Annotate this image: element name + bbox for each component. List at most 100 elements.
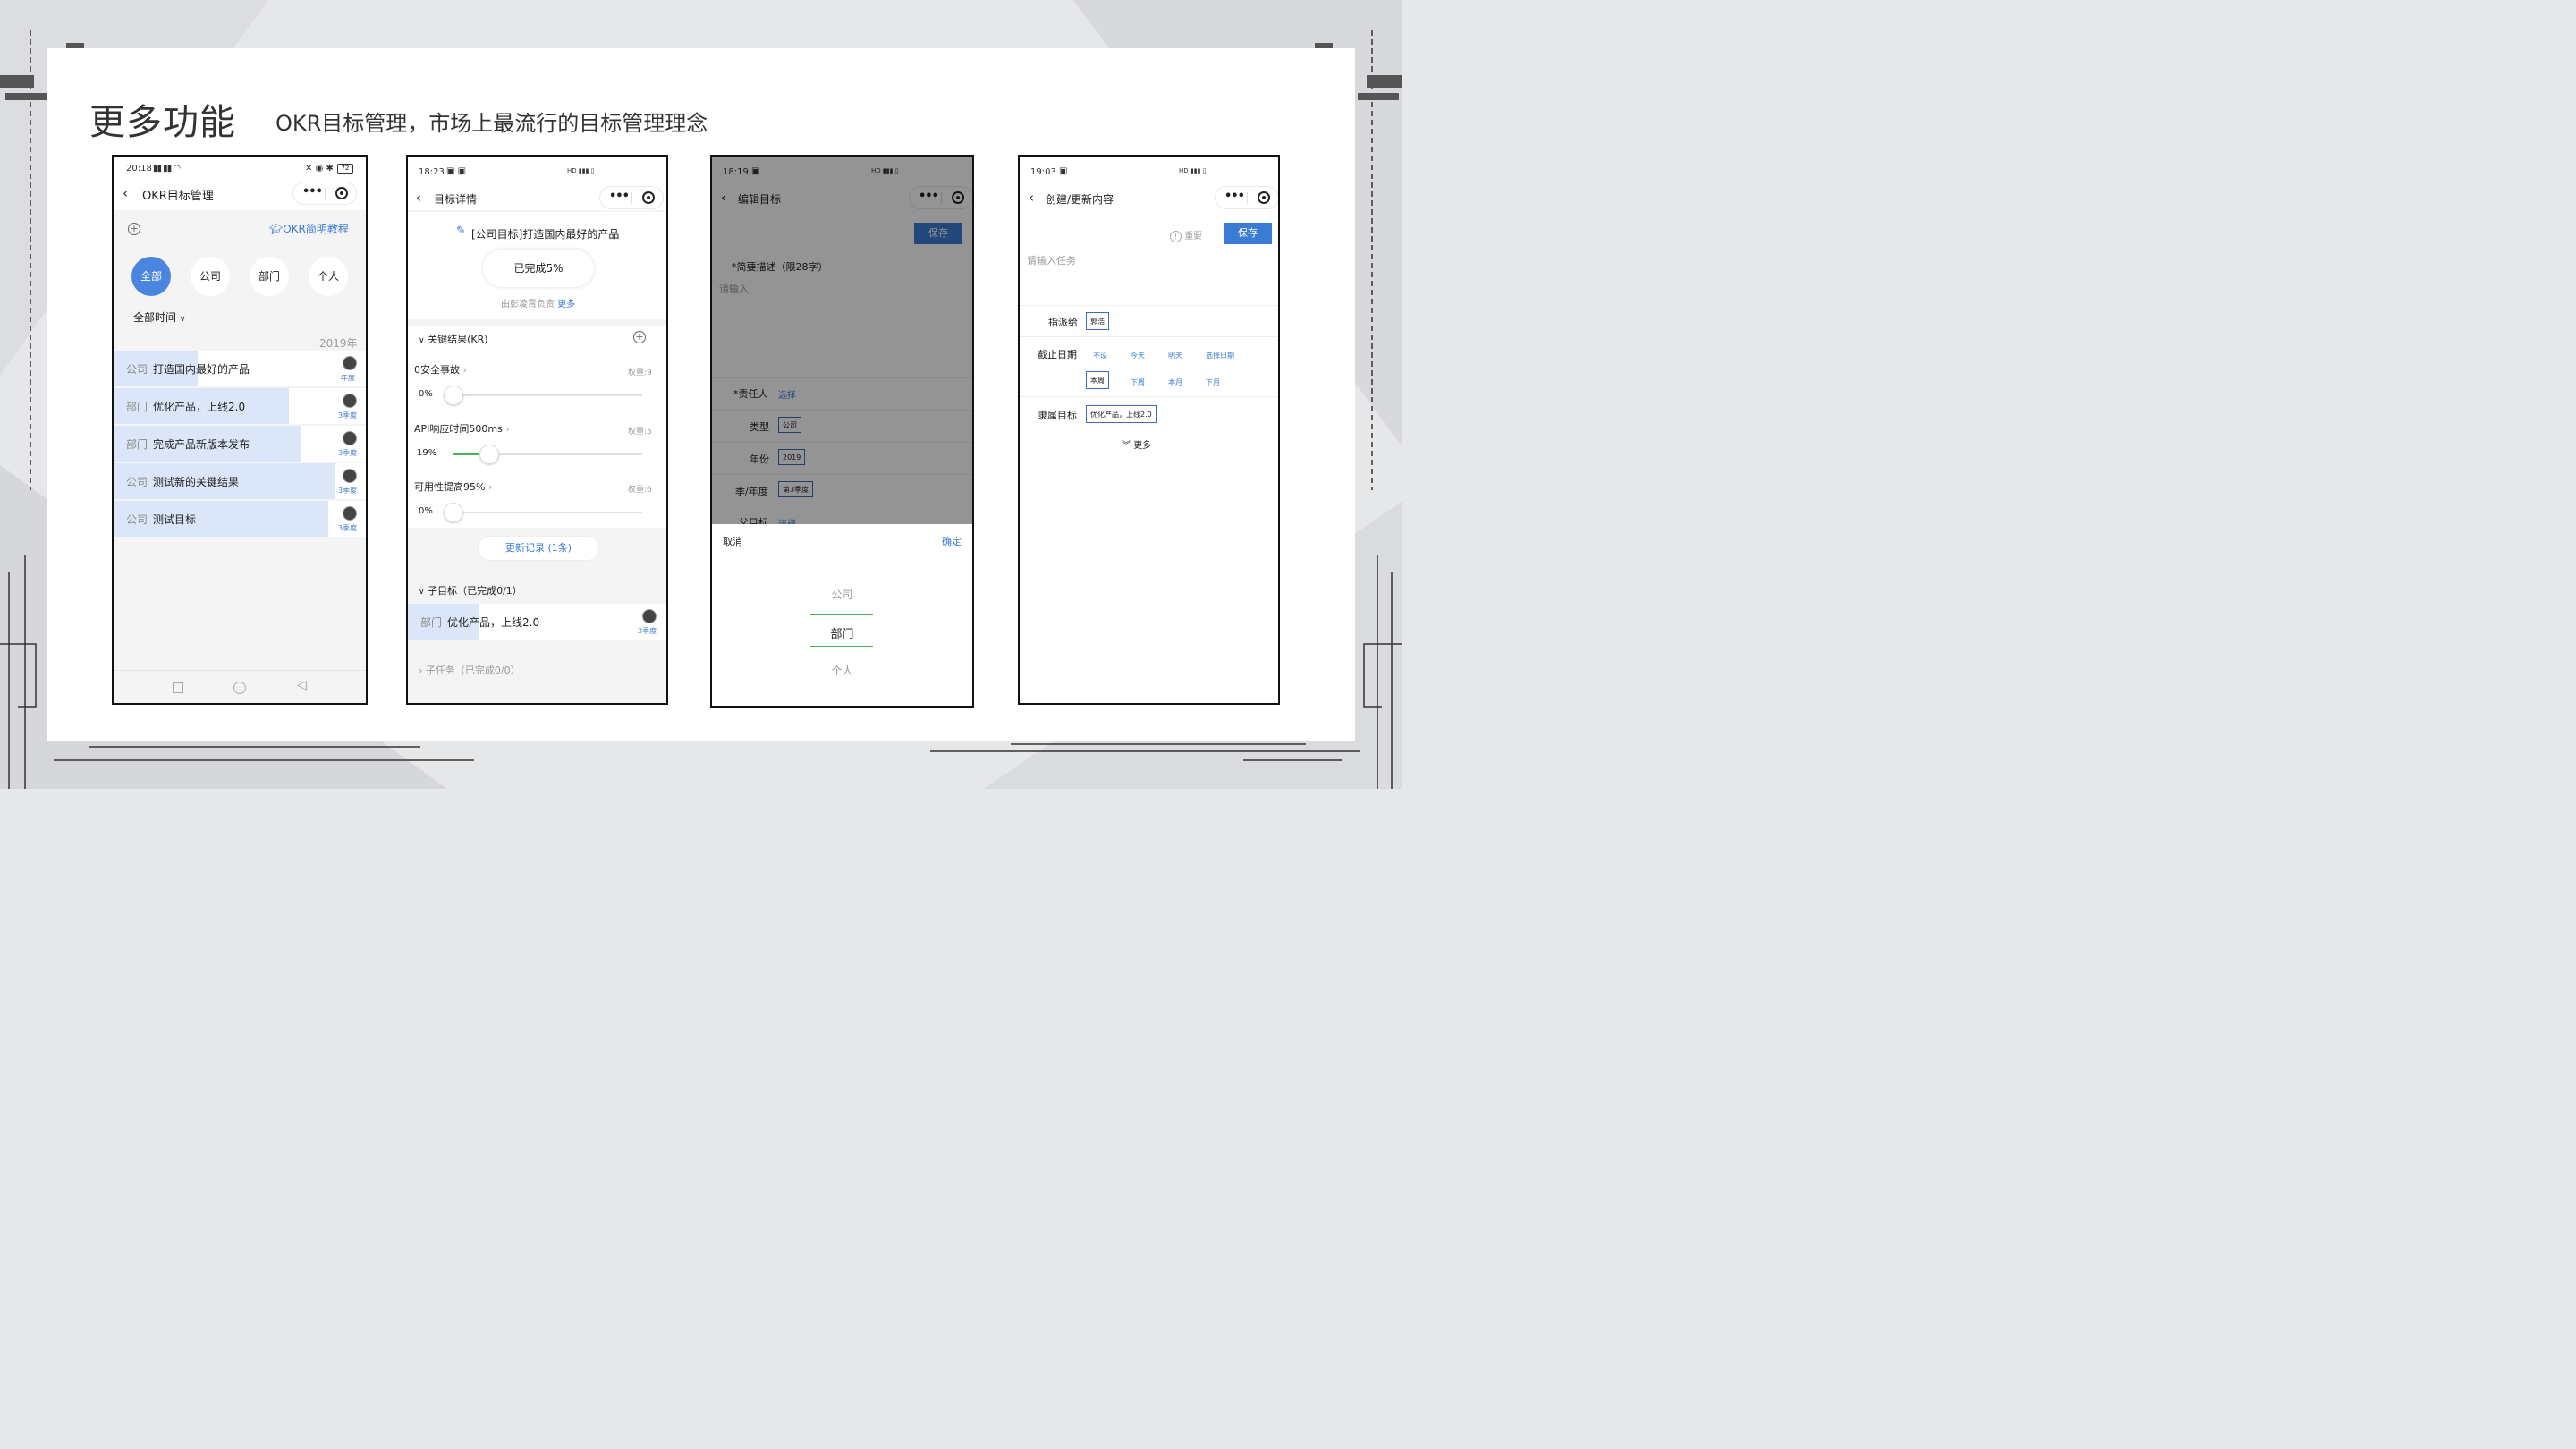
status-time: 19:03 xyxy=(1030,167,1056,177)
deadline-option[interactable]: 明天 xyxy=(1168,351,1182,360)
subgoal-item[interactable]: 部门 优化产品，上线2.0 3季度 xyxy=(408,604,666,640)
important-toggle[interactable]: ! 重要 xyxy=(1170,228,1202,242)
phone-edit-goal: 18:19 ▣ HD ▮▮▮ ▯ ‹ 编辑目标 ••• 保存 *简要描述（限28… xyxy=(710,155,974,708)
avatar xyxy=(343,356,357,370)
filter-company[interactable]: 公司 xyxy=(191,257,230,296)
edit-icon[interactable]: ✎ xyxy=(456,225,466,238)
avatar xyxy=(642,609,657,623)
kr-list xyxy=(408,352,666,528)
filter-department[interactable]: 部门 xyxy=(250,257,289,296)
kr-percent: 19% xyxy=(417,448,437,458)
chevron-right-icon: › xyxy=(419,665,423,676)
subtask-title[interactable]: › 子任务（已完成0/0） xyxy=(419,663,521,677)
back-icon[interactable]: ‹ xyxy=(416,190,421,206)
slide-subtitle: OKR目标管理，市场上最流行的目标管理理念 xyxy=(275,111,708,136)
graduation-cap-icon: 🎓︎ xyxy=(269,223,284,235)
deadline-option[interactable]: 不设 xyxy=(1093,351,1107,360)
status-icons: ▣ xyxy=(1059,166,1068,176)
picker-divider xyxy=(810,614,873,615)
tutorial-link[interactable]: 🎓︎OKR简明教程 xyxy=(269,221,349,236)
back-nav-icon[interactable]: ◁ xyxy=(297,678,307,692)
capsule-menu[interactable]: ••• xyxy=(599,186,664,209)
capsule-menu[interactable]: ••• xyxy=(1215,186,1278,209)
phone-goal-detail: 18:23 ▣ ▣ HD ▮▮▮ ▯ ‹ 目标详情 ••• ✎ [公司目标]打造… xyxy=(406,155,668,705)
filter-all[interactable]: 全部 xyxy=(131,257,171,296)
picker-option-selected[interactable]: 部门 xyxy=(712,624,972,641)
capsule-menu[interactable]: ••• xyxy=(292,182,357,205)
kr-percent: 0% xyxy=(419,389,433,399)
completion-badge: 已完成5% xyxy=(483,250,594,287)
kr-percent: 0% xyxy=(419,506,433,516)
kr-section-title: ∨ 关键结果(KR) xyxy=(419,334,488,345)
picker-cancel[interactable]: 取消 xyxy=(723,534,742,548)
kr-slider-track[interactable] xyxy=(453,394,642,396)
picker-option[interactable]: 公司 xyxy=(712,587,972,602)
close-target-icon[interactable] xyxy=(1258,191,1270,204)
add-kr-icon[interactable]: + xyxy=(633,331,646,343)
info-circle-icon: ! xyxy=(1170,231,1182,242)
home-icon[interactable] xyxy=(233,682,246,694)
close-target-icon[interactable] xyxy=(642,191,655,204)
kr-slider-track[interactable] xyxy=(453,512,642,513)
modal-overlay[interactable] xyxy=(712,157,972,524)
list-item[interactable]: 部门 优化产品，上线2.0 3季度 xyxy=(114,388,366,424)
nav-title: 目标详情 xyxy=(434,193,478,206)
deadline-label: 截止日期 xyxy=(1038,349,1077,360)
deadline-option[interactable]: 下月 xyxy=(1206,377,1220,387)
back-icon[interactable]: ‹ xyxy=(123,185,128,201)
phone-okr-list: 20:18 ▮▮ ▮▮ ◠ ✕ ◉ ✱ 72 ‹ OKR目标管理 ••• + 🎓… xyxy=(112,155,368,705)
more-expand[interactable]: ︾ 更多 xyxy=(1122,437,1151,451)
recent-apps-icon[interactable] xyxy=(173,682,183,693)
status-icons: ▣ ▣ xyxy=(446,166,467,176)
task-input[interactable]: 请输入任务 xyxy=(1027,253,1076,267)
deadline-option[interactable]: 本月 xyxy=(1168,377,1182,387)
kr-slider-knob[interactable] xyxy=(479,445,499,464)
deadline-option[interactable]: 下周 xyxy=(1131,377,1145,387)
deadline-option-selected[interactable]: 本周 xyxy=(1086,371,1109,389)
more-icon[interactable]: ••• xyxy=(1224,190,1245,203)
kr-item-name[interactable]: 可用性提高95% › xyxy=(414,479,492,494)
kr-item-name[interactable]: 0安全事故 › xyxy=(414,362,467,377)
status-time: 20:18 xyxy=(126,164,152,174)
kr-item-name[interactable]: API响应时间500ms › xyxy=(414,421,510,436)
update-records-button[interactable]: 更新记录 (1条) xyxy=(478,536,599,561)
deadline-option[interactable]: 选择日期 xyxy=(1206,351,1234,360)
nav-title: OKR目标管理 xyxy=(142,190,214,203)
kr-weight: 权重:6 xyxy=(628,486,652,495)
kr-slider-knob[interactable] xyxy=(444,503,463,522)
belongs-label: 隶属目标 xyxy=(1038,410,1077,421)
close-target-icon[interactable] xyxy=(335,187,348,199)
more-link[interactable]: 更多 xyxy=(557,300,575,309)
list-item[interactable]: 公司 测试新的关键结果 3季度 xyxy=(114,463,366,499)
subgoal-title: ∨ 子目标（已完成0/1） xyxy=(419,585,522,597)
time-filter[interactable]: 全部时间 ∨ xyxy=(133,309,185,325)
signal-battery-icon: HD ▮▮▮ ▯ xyxy=(1179,167,1207,174)
more-icon[interactable]: ••• xyxy=(302,185,323,199)
picker-option[interactable]: 个人 xyxy=(712,663,972,678)
save-button[interactable]: 保存 xyxy=(1224,223,1272,244)
battery-icon: 72 xyxy=(337,164,353,174)
belongs-chip[interactable]: 优化产品，上线2.0 xyxy=(1086,405,1157,423)
chevron-down-icon: ∨ xyxy=(179,315,186,324)
back-icon[interactable]: ‹ xyxy=(1029,190,1034,206)
owner-line: 由彭凌霄负责 更多 xyxy=(501,300,576,309)
avatar xyxy=(343,506,357,521)
add-icon[interactable]: + xyxy=(128,223,140,235)
list-item[interactable]: 公司 测试目标 3季度 xyxy=(114,501,366,537)
objective-title: [公司目标]打造国内最好的产品 xyxy=(471,228,620,241)
avatar xyxy=(343,394,357,408)
avatar xyxy=(343,469,357,483)
picker-confirm[interactable]: 确定 xyxy=(942,534,962,548)
double-chevron-down-icon: ︾ xyxy=(1122,441,1131,451)
more-icon[interactable]: ••• xyxy=(609,190,630,203)
list-item[interactable]: 部门 完成产品新版本发布 3季度 xyxy=(114,426,366,462)
status-icons: ✕ ◉ ✱ xyxy=(305,164,334,174)
picker-divider xyxy=(810,646,873,647)
filter-personal[interactable]: 个人 xyxy=(309,257,348,296)
status-time: 18:23 xyxy=(419,167,445,177)
assignee-chip[interactable]: 郭浩 xyxy=(1086,312,1109,330)
kr-slider-knob[interactable] xyxy=(444,386,463,405)
list-item[interactable]: 公司 打造国内最好的产品 年度 xyxy=(114,351,366,386)
nav-title: 创建/更新内容 xyxy=(1046,193,1114,206)
deadline-option[interactable]: 今天 xyxy=(1131,351,1145,360)
